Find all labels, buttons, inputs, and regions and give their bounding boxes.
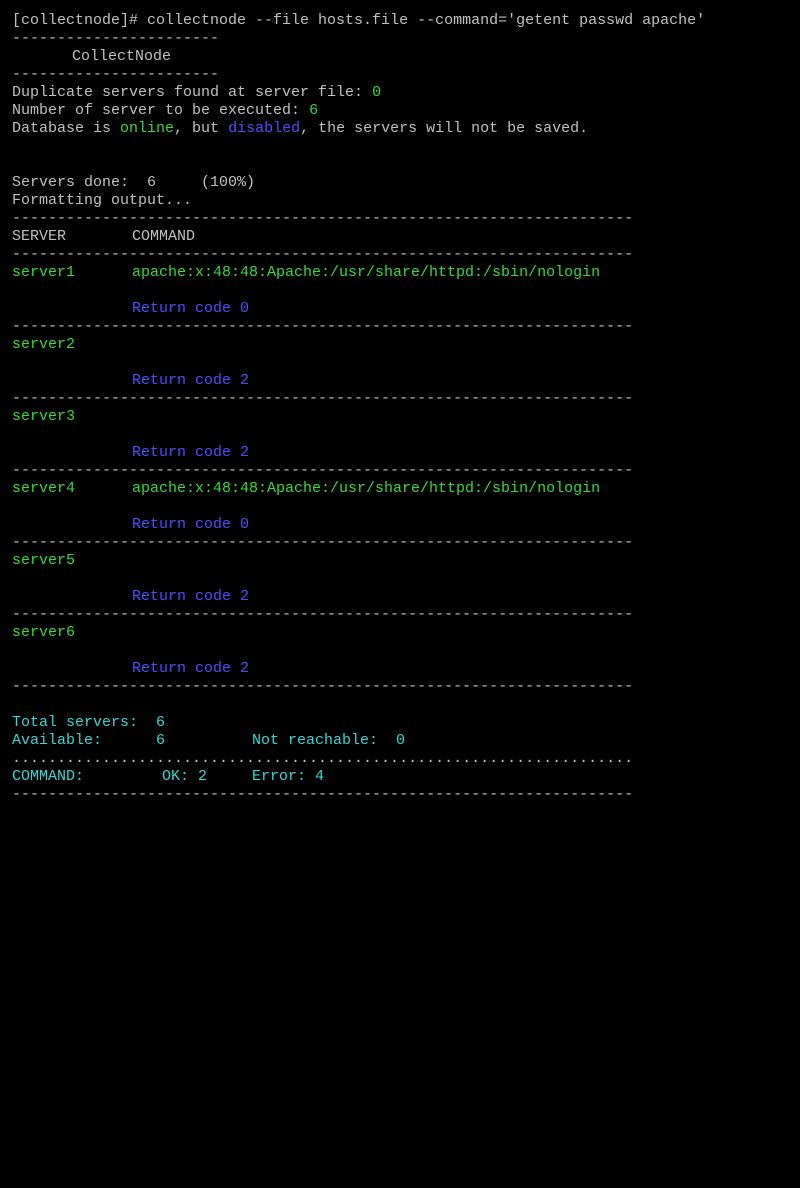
table-header-command: COMMAND bbox=[132, 228, 196, 245]
total-servers-value: 6 bbox=[156, 714, 166, 731]
not-reachable-value: 0 bbox=[396, 732, 406, 749]
table-rule: ----------------------------------------… bbox=[12, 246, 634, 263]
database-status-line: Database is online, but disabled, the se… bbox=[12, 120, 588, 138]
return-code: Return code 2 bbox=[132, 660, 250, 677]
server-name: server4 bbox=[12, 480, 76, 497]
formatting-line: Formatting output... bbox=[12, 192, 193, 209]
server-name: server3 bbox=[12, 408, 76, 425]
server-name: server5 bbox=[12, 552, 76, 569]
servers-done-line: Servers done: 6 (100%) bbox=[12, 174, 256, 191]
banner-rule-top: ----------------------- bbox=[12, 30, 220, 47]
total-servers-label: Total servers: bbox=[12, 714, 157, 731]
command-result-label: COMMAND: bbox=[12, 768, 85, 785]
total-servers-line: Total servers: 6 bbox=[12, 714, 165, 732]
available-label: Available: bbox=[12, 732, 157, 749]
command-output: apache:x:48:48:Apache:/usr/share/httpd:/… bbox=[132, 264, 601, 281]
ok-count: OK: 2 bbox=[162, 768, 208, 785]
available-value: 6 bbox=[156, 732, 166, 749]
command-output: apache:x:48:48:Apache:/usr/share/httpd:/… bbox=[132, 480, 601, 497]
table-rule: ----------------------------------------… bbox=[12, 534, 634, 551]
table-rule: ----------------------------------------… bbox=[12, 462, 634, 479]
table-rule: ----------------------------------------… bbox=[12, 318, 634, 335]
return-code: Return code 2 bbox=[132, 588, 250, 605]
error-count: Error: 4 bbox=[252, 768, 325, 785]
table-rule: ----------------------------------------… bbox=[12, 678, 634, 695]
db-mid: , but bbox=[174, 120, 229, 137]
duplicates-line: Duplicate servers found at server file: … bbox=[12, 84, 381, 102]
command-prompt: [collectnode]# collectnode --file hosts.… bbox=[12, 12, 706, 29]
table-rule: ----------------------------------------… bbox=[12, 210, 634, 227]
server-name: server2 bbox=[12, 336, 76, 353]
available-line: Available: 6 bbox=[12, 732, 165, 750]
duplicates-label: Duplicate servers found at server file: bbox=[12, 84, 373, 101]
not-reachable-label: Not reachable: bbox=[252, 732, 397, 749]
table-rule: ----------------------------------------… bbox=[12, 606, 634, 623]
executed-label: Number of server to be executed: bbox=[12, 102, 310, 119]
table-rule: ----------------------------------------… bbox=[12, 786, 634, 803]
duplicates-value: 0 bbox=[372, 84, 382, 101]
executed-line: Number of server to be executed: 6 bbox=[12, 102, 318, 120]
db-suffix: , the servers will not be saved. bbox=[300, 120, 589, 137]
dotted-rule: ........................................… bbox=[12, 750, 634, 767]
banner-title: CollectNode bbox=[72, 48, 172, 65]
not-reachable-line: Not reachable: 0 bbox=[252, 732, 405, 750]
executed-value: 6 bbox=[309, 102, 319, 119]
return-code: Return code 0 bbox=[132, 300, 250, 317]
return-code: Return code 0 bbox=[132, 516, 250, 533]
db-disabled-status: disabled bbox=[228, 120, 301, 137]
server-name: server6 bbox=[12, 624, 76, 641]
server-name: server1 bbox=[12, 264, 76, 281]
table-header-server: SERVER bbox=[12, 228, 67, 245]
return-code: Return code 2 bbox=[132, 444, 250, 461]
table-rule: ----------------------------------------… bbox=[12, 390, 634, 407]
return-code: Return code 2 bbox=[132, 372, 250, 389]
db-online-status: online bbox=[120, 120, 175, 137]
banner-rule-bottom: ----------------------- bbox=[12, 66, 220, 83]
terminal-window[interactable]: [collectnode]# collectnode --file hosts.… bbox=[0, 0, 800, 820]
db-prefix: Database is bbox=[12, 120, 121, 137]
